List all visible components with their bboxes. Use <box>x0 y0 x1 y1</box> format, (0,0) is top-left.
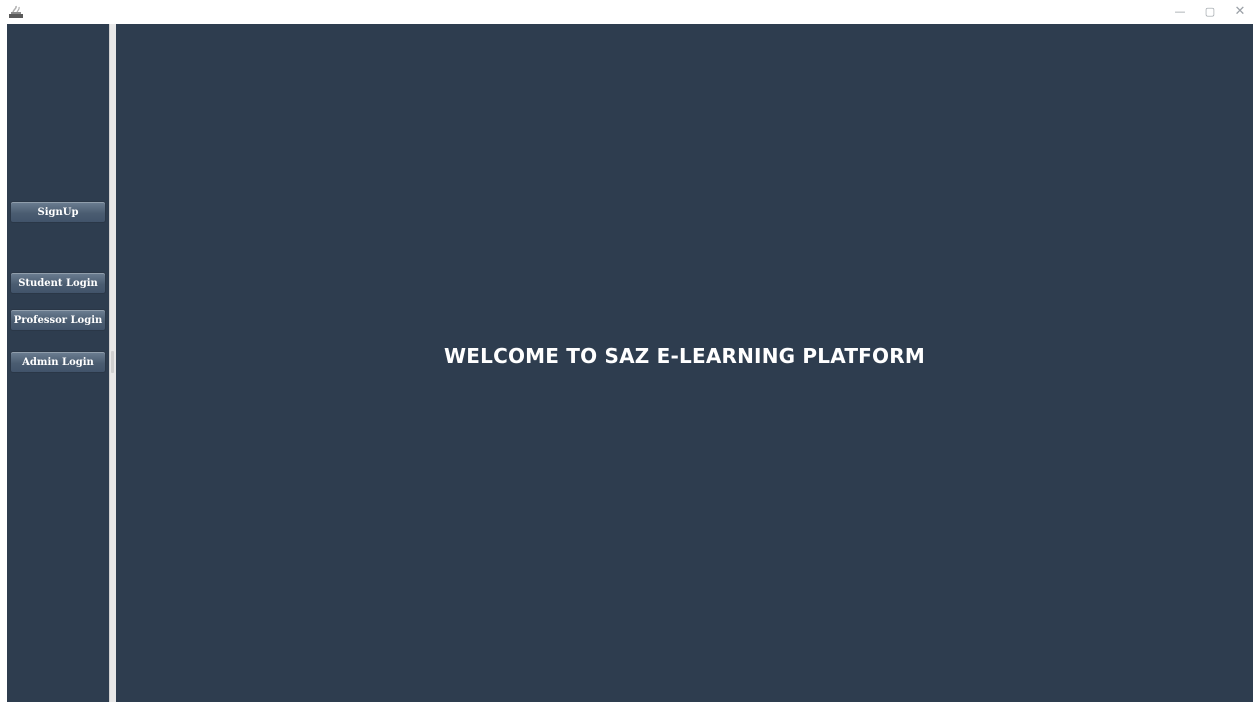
split-pane: SignUp Student Login Professor Login Adm… <box>7 24 1253 702</box>
divider-grip-handle[interactable] <box>111 351 114 373</box>
title-bar: — ▢ ✕ <box>0 0 1253 24</box>
close-button[interactable]: ✕ <box>1226 2 1253 22</box>
app-window: — ▢ ✕ SignUp Student Login Professor Log… <box>0 0 1253 702</box>
admin-login-button[interactable]: Admin Login <box>10 351 106 373</box>
welcome-heading: WELCOME TO SAZ E-LEARNING PLATFORM <box>444 344 925 368</box>
student-login-button[interactable]: Student Login <box>10 272 106 294</box>
main-content: WELCOME TO SAZ E-LEARNING PLATFORM <box>116 24 1253 702</box>
java-app-icon <box>8 4 24 18</box>
professor-login-button[interactable]: Professor Login <box>10 309 106 331</box>
signup-button[interactable]: SignUp <box>10 201 106 223</box>
split-divider[interactable] <box>109 24 116 702</box>
restore-button[interactable]: ▢ <box>1196 2 1224 22</box>
sidebar: SignUp Student Login Professor Login Adm… <box>7 24 109 702</box>
minimize-button[interactable]: — <box>1166 2 1194 22</box>
